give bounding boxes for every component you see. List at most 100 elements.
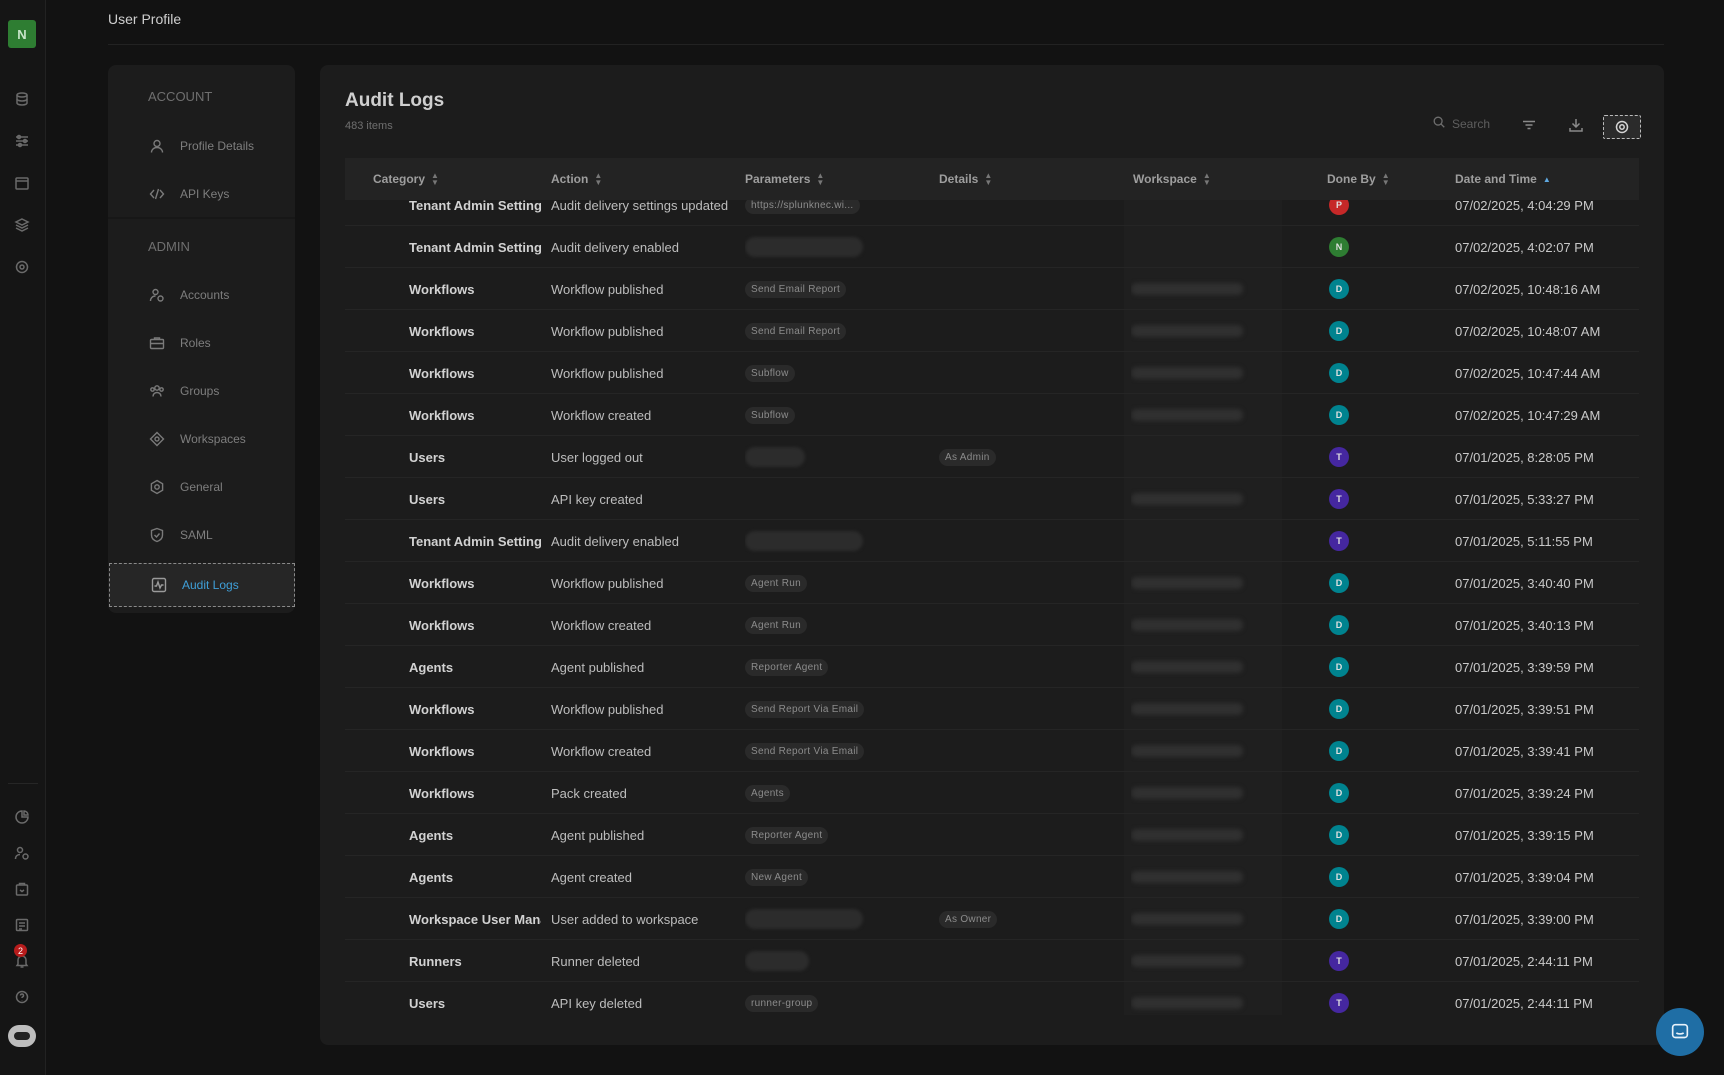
cell-action: Agent published — [551, 827, 645, 843]
sliders-icon[interactable] — [12, 131, 32, 151]
column-header-date-time[interactable]: Date and Time ▲ — [1455, 158, 1551, 200]
table-row[interactable]: Agents Agent created New Agent D 07/01/2025,… — [345, 856, 1639, 898]
nav-item-roles[interactable]: Roles — [108, 321, 295, 365]
cell-parameters: Agent Run — [745, 604, 935, 646]
search-input[interactable]: Search — [1452, 117, 1490, 131]
column-header-parameters[interactable]: Parameters ▲ ▼ — [745, 158, 824, 200]
nav-item-api-keys[interactable]: API Keys — [108, 172, 295, 216]
table-row[interactable]: Workflows Pack created Agents D 07/01/2025, … — [345, 772, 1639, 814]
cell-parameters — [745, 898, 935, 940]
nav-item-general[interactable]: General — [108, 465, 295, 509]
cell-parameters: Send Report Via Email — [745, 730, 935, 772]
cell-done-by: N — [1329, 226, 1449, 268]
table-row[interactable]: Workflows Workflow created Agent Run D 07/01… — [345, 604, 1639, 646]
filter-button[interactable] — [1518, 114, 1540, 136]
column-header-workspace[interactable]: Workspace ▲ ▼ — [1133, 158, 1211, 200]
cell-parameters: Agents — [745, 772, 935, 814]
nav-item-groups[interactable]: Groups — [108, 369, 295, 413]
search-box[interactable]: Search — [1432, 115, 1490, 132]
settings-icon[interactable] — [12, 257, 32, 277]
table-row[interactable]: Agents Agent published Reporter Agent D 07/0… — [345, 814, 1639, 856]
avatar[interactable]: T — [1329, 447, 1349, 467]
avatar[interactable]: T — [1329, 489, 1349, 509]
table-header: Category ▲ ▼ Action ▲ ▼ Parameters ▲ ▼ Details… — [345, 158, 1639, 200]
cell-category: Workflows — [409, 743, 475, 759]
avatar[interactable]: D — [1329, 783, 1349, 803]
calendar-icon[interactable] — [12, 173, 32, 193]
cell-action: User logged out — [551, 449, 643, 465]
avatar[interactable]: D — [1329, 279, 1349, 299]
cell-parameters — [745, 940, 935, 982]
avatar[interactable]: D — [1329, 615, 1349, 635]
avatar[interactable]: N — [1329, 237, 1349, 257]
table-row[interactable]: Tenant Admin Setting Audit delivery enabl… — [345, 520, 1639, 562]
users-gear-icon[interactable] — [12, 843, 32, 863]
table-row[interactable]: Runners Runner deleted T 07/01/2025, 2:44:1… — [345, 940, 1639, 982]
nav-item-label: Roles — [180, 336, 211, 350]
redacted-workspace — [1131, 913, 1243, 925]
avatar[interactable]: D — [1329, 699, 1349, 719]
column-header-action[interactable]: Action ▲ ▼ — [551, 158, 602, 200]
avatar[interactable]: D — [1329, 405, 1349, 425]
avatar[interactable]: D — [1329, 363, 1349, 383]
avatar[interactable]: T — [1329, 993, 1349, 1013]
redacted-workspace — [1131, 367, 1243, 379]
avatar[interactable]: D — [1329, 741, 1349, 761]
avatar[interactable]: D — [1329, 825, 1349, 845]
cell-action: Workflow created — [551, 407, 652, 423]
download-button[interactable] — [1565, 114, 1587, 136]
table-row[interactable]: Workflows Workflow created Send Report Via… — [345, 730, 1639, 772]
cell-done-by: T — [1329, 940, 1449, 982]
table-row[interactable]: Workspace User Management User added to w… — [345, 898, 1639, 940]
column-header-details[interactable]: Details ▲ ▼ — [939, 158, 992, 200]
table-row[interactable]: Workflows Workflow published Send Email Re… — [345, 310, 1639, 352]
table-row[interactable]: Workflows Workflow published Agent Run D 07/… — [345, 562, 1639, 604]
nav-item-profile-details[interactable]: Profile Details — [108, 124, 295, 168]
table-row[interactable]: Agents Agent published Reporter Agent D 07/0… — [345, 646, 1639, 688]
table-row[interactable]: Workflows Workflow published Send Report V… — [345, 688, 1639, 730]
table-row[interactable]: Workflows Workflow published Subflow D 07/02… — [345, 352, 1639, 394]
notification-badge: 2 — [14, 944, 27, 957]
avatar[interactable]: D — [1329, 867, 1349, 887]
cell-workspace — [1131, 814, 1299, 856]
cell-category: Users — [409, 449, 446, 465]
table-row[interactable]: Users API key created T 07/01/2025, 5:33:27… — [345, 478, 1639, 520]
avatar[interactable]: D — [1329, 321, 1349, 341]
app-rail: N 2 — [0, 0, 46, 1075]
cell-workspace — [1131, 436, 1299, 478]
database-icon[interactable] — [12, 89, 32, 109]
billing-icon[interactable] — [12, 915, 32, 935]
table-row[interactable]: Tenant Admin Setting Audit delivery enabl… — [345, 226, 1639, 268]
pie-chart-icon[interactable] — [12, 807, 32, 827]
column-header-done-by[interactable]: Done By ▲ ▼ — [1327, 158, 1390, 200]
column-settings-button[interactable] — [1603, 115, 1641, 139]
audit-logs-table: Tenant Admin Setting Audit delivery setti… — [345, 158, 1639, 1015]
avatar[interactable]: D — [1329, 573, 1349, 593]
nav-item-workspaces[interactable]: Workspaces — [108, 417, 295, 461]
table-row[interactable]: Users API key deleted runner-group T 07/01/2… — [345, 982, 1639, 1015]
nav-item-saml[interactable]: SAML — [108, 513, 295, 557]
package-icon[interactable] — [12, 879, 32, 899]
assistant-bot-icon[interactable] — [8, 1025, 36, 1047]
avatar[interactable]: T — [1329, 951, 1349, 971]
cell-parameters — [745, 436, 935, 478]
avatar[interactable]: T — [1329, 531, 1349, 551]
nav-item-audit-logs[interactable]: Audit Logs — [109, 563, 295, 607]
avatar[interactable]: D — [1329, 657, 1349, 677]
layers-icon[interactable] — [12, 215, 32, 235]
cell-workspace — [1131, 772, 1299, 814]
nav-item-accounts[interactable]: Accounts — [108, 273, 295, 317]
table-row[interactable]: Workflows Workflow published Send Email Re… — [345, 268, 1639, 310]
redacted-workspace — [1131, 493, 1243, 505]
chat-launcher-button[interactable] — [1656, 1008, 1704, 1056]
table-row[interactable]: Users User logged out As Admin T 07/01/2025,… — [345, 436, 1639, 478]
column-header-category[interactable]: Category ▲ ▼ — [373, 158, 439, 200]
redacted-workspace — [1131, 703, 1243, 715]
table-row[interactable]: Workflows Workflow created Subflow D 07/02/2… — [345, 394, 1639, 436]
avatar[interactable]: D — [1329, 909, 1349, 929]
app-logo[interactable]: N — [8, 20, 36, 48]
help-icon[interactable] — [12, 987, 32, 1007]
parameter-tag: Send Report Via Email — [745, 700, 865, 718]
details-tag: As Owner — [939, 910, 998, 928]
workspace-icon — [148, 430, 166, 448]
